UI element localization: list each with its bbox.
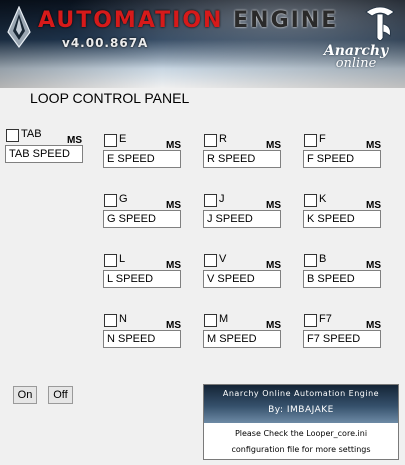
j-speed-input[interactable]: J SPEED xyxy=(203,210,281,228)
v-key-label: V xyxy=(219,253,227,265)
r-speed-input[interactable]: R SPEED xyxy=(203,150,281,168)
f7-speed-input[interactable]: F7 SPEED xyxy=(303,330,381,348)
g-key-label: G xyxy=(119,193,128,205)
info-note-line-1: Please Check the Looper_core.ini xyxy=(234,429,368,438)
l-checkbox[interactable] xyxy=(104,254,117,267)
title-word-1: AUTOMATION xyxy=(38,8,224,33)
j-checkbox[interactable] xyxy=(204,194,217,207)
l-speed-input[interactable]: L SPEED xyxy=(103,270,181,288)
app-window: AUTOMATION ENGINE v4.00.867A Anarchy onl… xyxy=(0,0,405,465)
k-key-label: K xyxy=(319,193,327,205)
tab-checkbox[interactable] xyxy=(6,129,19,142)
k-speed-input[interactable]: K SPEED xyxy=(303,210,381,228)
m-checkbox[interactable] xyxy=(204,314,217,327)
v-speed-input[interactable]: V SPEED xyxy=(203,270,281,288)
b-checkbox[interactable] xyxy=(304,254,317,267)
f-checkbox[interactable] xyxy=(304,134,317,147)
n-checkbox[interactable] xyxy=(104,314,117,327)
title-word-2: ENGINE xyxy=(233,8,339,33)
j-key-label: J xyxy=(219,193,225,205)
info-box: Anarchy Online Automation Engine By: IMB… xyxy=(203,384,399,460)
f7-key-label: F7 xyxy=(319,313,332,325)
m-key-label: M xyxy=(219,313,229,325)
off-button[interactable]: Off xyxy=(48,386,73,404)
header-banner: AUTOMATION ENGINE v4.00.867A Anarchy onl… xyxy=(0,0,405,88)
tab-key-label: TAB xyxy=(21,128,42,140)
b-key-label: B xyxy=(319,253,327,265)
info-header: Anarchy Online Automation Engine By: IMB… xyxy=(204,385,398,423)
m-speed-input[interactable]: M SPEED xyxy=(203,330,281,348)
n-key-label: N xyxy=(119,313,127,325)
e-speed-input[interactable]: E SPEED xyxy=(103,150,181,168)
ao-emblem-icon xyxy=(365,6,395,41)
g-speed-input[interactable]: G SPEED xyxy=(103,210,181,228)
f-speed-input[interactable]: F SPEED xyxy=(303,150,381,168)
tab-speed-input[interactable]: TAB SPEED xyxy=(5,145,83,163)
g-checkbox[interactable] xyxy=(104,194,117,207)
panel-title: LOOP CONTROL PANEL xyxy=(30,90,190,106)
ao-crest-icon xyxy=(7,6,31,48)
f7-checkbox[interactable] xyxy=(304,314,317,327)
anarchy-online-logo: Anarchy online xyxy=(312,44,400,70)
b-speed-input[interactable]: B SPEED xyxy=(303,270,381,288)
r-checkbox[interactable] xyxy=(204,134,217,147)
info-note-line-2: configuration file for more settings xyxy=(231,445,371,454)
e-checkbox[interactable] xyxy=(104,134,117,147)
on-button[interactable]: On xyxy=(13,386,37,404)
k-checkbox[interactable] xyxy=(304,194,317,207)
brand-line-2: online xyxy=(335,56,377,71)
v-checkbox[interactable] xyxy=(204,254,217,267)
l-key-label: L xyxy=(119,253,126,265)
e-key-label: E xyxy=(119,133,127,145)
f-key-label: F xyxy=(319,133,326,145)
info-heading: Anarchy Online Automation Engine xyxy=(222,389,380,398)
r-key-label: R xyxy=(219,133,227,145)
app-title: AUTOMATION ENGINE xyxy=(38,8,338,33)
version-label: v4.00.867A xyxy=(62,36,149,50)
info-author: By: IMBAJAKE xyxy=(268,405,334,415)
n-speed-input[interactable]: N SPEED xyxy=(103,330,181,348)
